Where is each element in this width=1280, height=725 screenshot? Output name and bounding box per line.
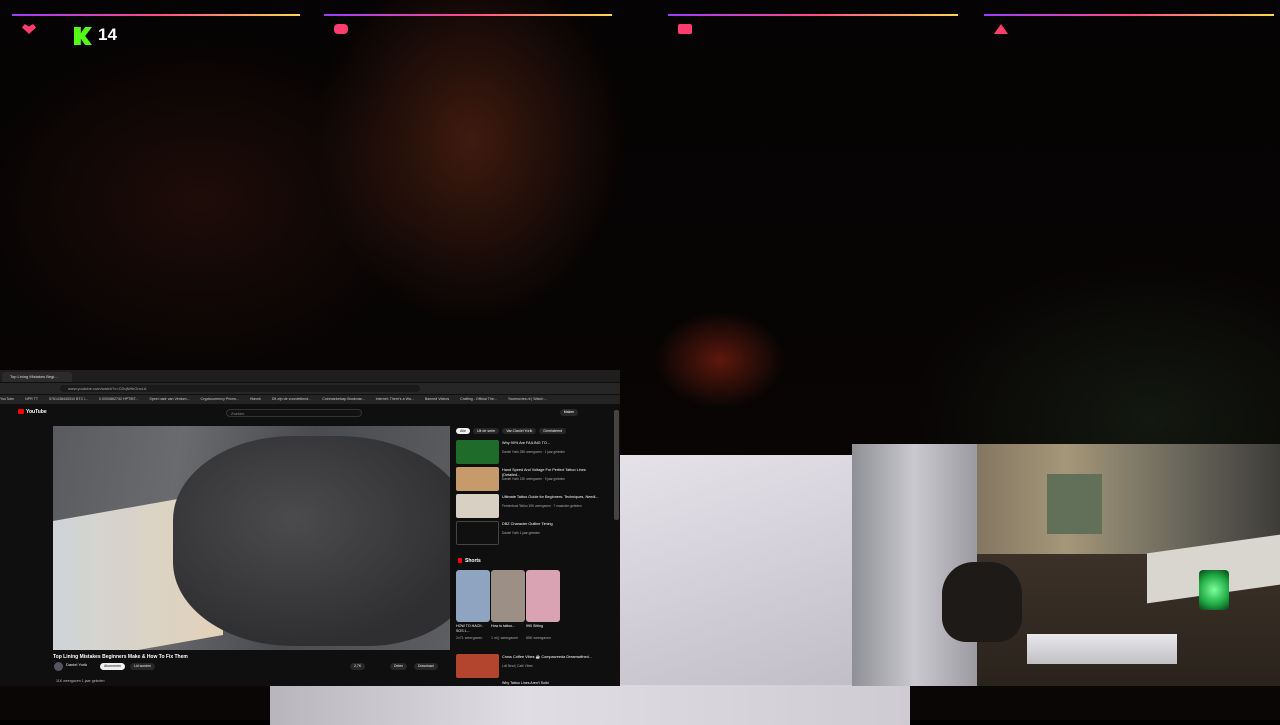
- tab-strip: [0, 370, 620, 382]
- recommendation-item[interactable]: Hand Speed And Voltage For Perfect Tatto…: [456, 467, 616, 491]
- recommendation-title: Hand Speed And Voltage For Perfect Tatto…: [502, 468, 586, 477]
- join-button[interactable]: Lid worden: [130, 663, 156, 670]
- bookmark-item[interactable]: NPR TT: [25, 397, 38, 401]
- recommendation-title[interactable]: Why Tattoo Lines Aren't Solid: [502, 681, 549, 685]
- bookmark-item[interactable]: 0.0000862742 HPT/BT...: [99, 397, 138, 401]
- bookmark-item[interactable]: Banned Videos: [425, 397, 449, 401]
- recommendation-title: Cross Coffee Vibes ☕ Compacreeda Dreamwi…: [502, 655, 592, 659]
- share-button[interactable]: Delen: [390, 663, 408, 670]
- bookmarks-bar: YouTube NPR TT 5761438445310 BTC l... 0.…: [0, 395, 620, 404]
- chip-row: Alle Uit de serie Van Daniel Yorik Gerelate…: [456, 428, 569, 434]
- short-title: 990 Sitting: [526, 624, 543, 628]
- shorts-heading-text: Shorts: [465, 558, 481, 564]
- webcam-feed: [852, 444, 1280, 686]
- chip-channel[interactable]: Van Daniel Yorik: [502, 428, 537, 434]
- webcam-green-lamp: [1199, 570, 1229, 610]
- video-frame-glove: [173, 436, 450, 646]
- bookmark-item[interactable]: Internet: There's a Wa...: [376, 397, 414, 401]
- short-title: How to tattoo...: [491, 624, 516, 628]
- bookmark-item[interactable]: Yourmovies.nl | Watch ...: [508, 397, 547, 401]
- channel-name[interactable]: Daniel Yorik: [66, 662, 87, 667]
- overlay-bar-4: [984, 14, 1274, 42]
- shorts-heading: Shorts: [458, 558, 481, 564]
- chat-icon: [334, 24, 348, 34]
- recommendation-thumbnail: [456, 494, 499, 518]
- recommendation-item[interactable]: DBZ Character Outline Timing Daniel Yori…: [456, 521, 616, 545]
- chip-all[interactable]: Alle: [456, 428, 470, 434]
- video-title: Top Lining Mistakes Beginners Make & How…: [53, 654, 188, 660]
- create-button[interactable]: Maken: [560, 409, 578, 416]
- url-field[interactable]: www.youtube.com/watch?v=CDqNHkGnvLA: [60, 385, 420, 392]
- overlay-bar-3: [668, 14, 958, 42]
- recommendation-thumbnail: [456, 467, 499, 491]
- browser-window: Top Lining Mistakes Begi... www.youtube.…: [0, 370, 620, 686]
- shorts-icon: [458, 558, 462, 564]
- recommendation-title: Why 90% Are FAILING TO...: [502, 441, 550, 445]
- scrollbar[interactable]: [614, 410, 619, 520]
- short-thumbnail[interactable]: [491, 570, 525, 622]
- video-player[interactable]: [53, 426, 450, 650]
- paper-bottom: [270, 685, 910, 725]
- overlay-bar-1: [12, 14, 300, 42]
- webcam-person: [942, 562, 1022, 642]
- short-thumbnail[interactable]: [526, 570, 560, 622]
- bookmark-item[interactable]: Speel nadr van Venium...: [149, 397, 189, 401]
- webcam-tray: [1027, 634, 1177, 664]
- short-thumbnail[interactable]: [456, 570, 490, 622]
- short-title: HOW TO HACK: SOS L...: [456, 624, 483, 633]
- search-input[interactable]: Zoeken: [226, 409, 362, 417]
- recommendation-thumbnail: [456, 654, 499, 678]
- recommendation-item[interactable]: Why 90% Are FAILING TO... Daniel Yorik 2…: [456, 440, 616, 464]
- browser-tab[interactable]: Top Lining Mistakes Begi...: [2, 372, 72, 382]
- chip-series[interactable]: Uit de serie: [473, 428, 500, 434]
- recommendation-meta: Daniel Yorik 1 jaar geleden: [502, 531, 540, 535]
- bookmark-item[interactable]: 5761438445310 BTC l...: [49, 397, 88, 401]
- short-meta: 2x71 weergaven: [456, 636, 483, 640]
- short-meta: 65K weergaven: [526, 636, 551, 640]
- bookmark-item[interactable]: Coinmarketcap Bookmar...: [322, 397, 364, 401]
- views-line: 11K weergaven 1 jaar geleden: [56, 679, 105, 683]
- recommendation-title: Ultimate Tattoo Guide for Beginners: Tec…: [502, 495, 599, 499]
- youtube-logo[interactable]: YouTube: [18, 409, 47, 415]
- recommendation-title: DBZ Character Outline Timing: [502, 522, 553, 526]
- webcam-box: [1047, 474, 1102, 534]
- youtube-play-icon: [18, 409, 24, 415]
- youtube-logo-text: YouTube: [26, 409, 47, 415]
- heart-icon: [22, 24, 36, 34]
- recommendation-meta: Lofi Beat | Café Vibes: [502, 664, 533, 668]
- bookmark-item[interactable]: Crafting - Official The...: [460, 397, 497, 401]
- recommendation-meta: Daniel Yorik 13K weergaven · 9 jaar gele…: [502, 477, 565, 481]
- triangle-icon: [994, 24, 1008, 34]
- recommendation-item[interactable]: Ultimate Tattoo Guide for Beginners: Tec…: [456, 494, 616, 518]
- like-button[interactable]: 2,7K: [350, 663, 366, 670]
- recommendation-thumbnail: [456, 440, 499, 464]
- recommendation-meta: Ferminfood Tattoo 15K weergaven · 7 maan…: [502, 504, 582, 508]
- gift-icon: [678, 24, 692, 34]
- short-meta: 1 mlj. weergaven: [491, 636, 519, 640]
- bookmark-item[interactable]: Cryptocurrency Prices...: [201, 397, 239, 401]
- overlay-bar-2: [324, 14, 612, 42]
- bookmark-item[interactable]: Dit zijn de voordelikrnd...: [272, 397, 311, 401]
- recommendation-meta: Daniel Yorik 25K weergaven · 1 jaar gele…: [502, 450, 565, 454]
- kick-follower-count: 14: [98, 25, 117, 44]
- download-button[interactable]: Download: [414, 663, 438, 670]
- bookmark-item[interactable]: YouTube: [0, 397, 14, 401]
- chip-related[interactable]: Gerelateerd: [539, 428, 567, 434]
- subscribe-button[interactable]: Abonneren: [100, 663, 126, 670]
- recommendation-item[interactable]: Cross Coffee Vibes ☕ Compacreeda Dreamwi…: [456, 654, 616, 678]
- bookmark-item[interactable]: Hlavek: [250, 397, 261, 401]
- recommendation-thumbnail: [456, 521, 499, 545]
- avatar[interactable]: [54, 662, 63, 671]
